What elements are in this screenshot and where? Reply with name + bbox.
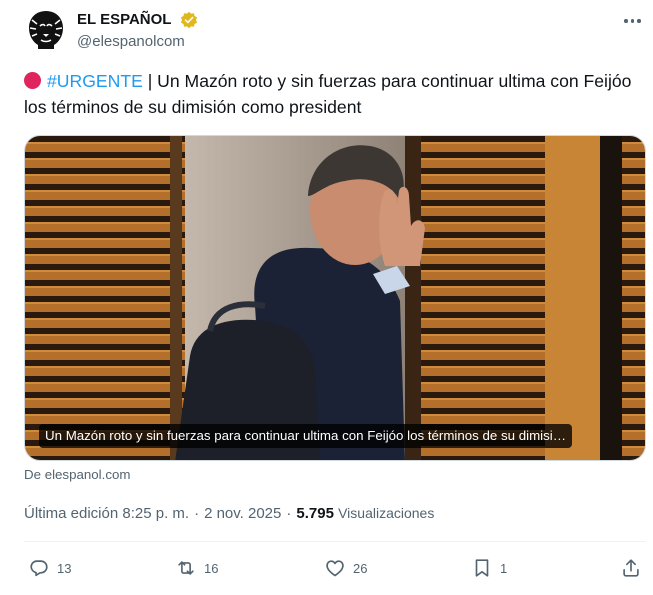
reply-icon bbox=[30, 560, 48, 577]
more-options-icon[interactable] bbox=[624, 14, 646, 28]
reply-button[interactable]: 13 bbox=[28, 553, 71, 583]
lion-logo-icon bbox=[24, 8, 68, 52]
action-bar: 13 16 26 1 bbox=[24, 553, 648, 583]
share-button[interactable] bbox=[620, 553, 642, 583]
card-source[interactable]: De elespanol.com bbox=[24, 467, 130, 482]
heart-icon bbox=[326, 560, 344, 577]
author-handle[interactable]: @elespanolcom bbox=[77, 32, 185, 52]
link-card[interactable]: Un Mazón roto y sin fuerzas para continu… bbox=[24, 135, 646, 461]
bookmark-icon bbox=[475, 559, 489, 577]
post-meta: Última edición 8:25 p. m. · 2 nov. 2025 · 5.… bbox=[24, 503, 434, 524]
post-date[interactable]: 2 nov. 2025 bbox=[204, 505, 281, 522]
avatar[interactable] bbox=[24, 8, 68, 52]
meta-separator: · bbox=[286, 505, 292, 522]
like-button[interactable]: 26 bbox=[324, 553, 367, 583]
bookmark-button[interactable]: 1 bbox=[471, 553, 507, 583]
post-text: #URGENTE | Un Mazón roto y sin fuerzas p… bbox=[24, 68, 634, 120]
card-image bbox=[25, 136, 645, 460]
red-circle-icon bbox=[24, 72, 41, 89]
reply-count: 13 bbox=[57, 560, 72, 576]
repost-count: 16 bbox=[204, 560, 219, 576]
edited-time[interactable]: Última edición 8:25 p. m. bbox=[24, 505, 189, 522]
card-caption: Un Mazón roto y sin fuerzas para continu… bbox=[39, 424, 573, 448]
verified-badge-icon bbox=[180, 11, 198, 29]
views-label: Visualizaciones bbox=[338, 505, 435, 521]
tweet: EL ESPAÑOL @elespanolcom #URGENTE | Un M… bbox=[0, 0, 653, 595]
divider bbox=[24, 541, 646, 542]
repost-button[interactable]: 16 bbox=[175, 553, 218, 583]
bookmark-count: 1 bbox=[500, 560, 508, 576]
share-icon bbox=[623, 559, 639, 577]
like-count: 26 bbox=[353, 560, 368, 576]
meta-separator: · bbox=[194, 505, 200, 522]
author-name[interactable]: EL ESPAÑOL bbox=[77, 10, 171, 30]
hashtag-link[interactable]: #URGENTE bbox=[47, 71, 143, 91]
views-count: 5.795 bbox=[296, 505, 334, 522]
repost-icon bbox=[178, 561, 194, 575]
